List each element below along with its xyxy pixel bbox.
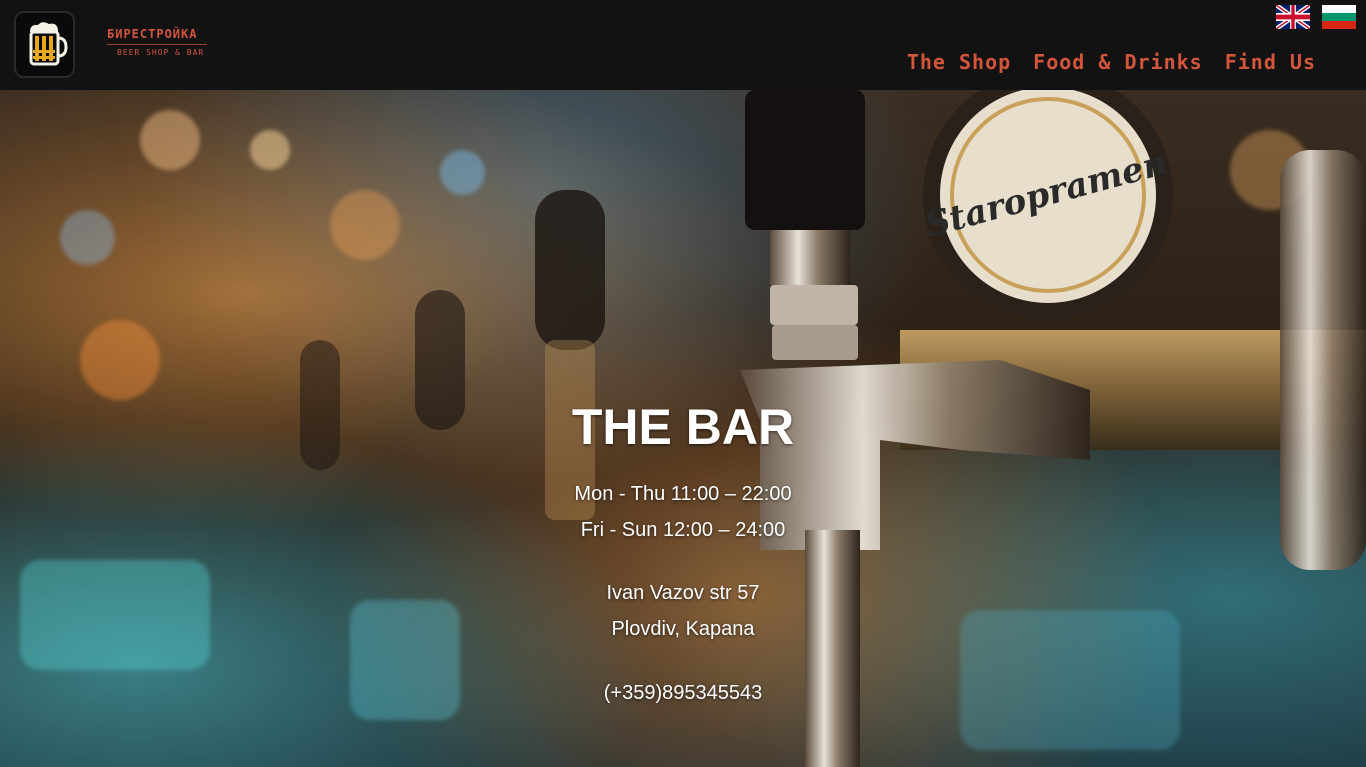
nav-item-food-drinks[interactable]: Food & Drinks: [1033, 50, 1203, 74]
beer-mug-logo-icon: [29, 21, 68, 65]
brand[interactable]: БИРЕСТРОЙКА BEER SHOP & BAR: [107, 27, 217, 58]
language-switcher: [1276, 5, 1356, 29]
page-title: THE BAR: [571, 399, 795, 455]
opening-hours-weekday: Mon - Thu 11:00 – 22:00: [574, 483, 792, 505]
hero-banner: Staropramen THE BAR Mon - Thu 11:00 – 22…: [0, 90, 1366, 767]
opening-hours-weekend: Fri - Sun 12:00 – 24:00: [580, 519, 786, 541]
nav-item-the-shop[interactable]: The Shop: [907, 50, 1011, 74]
address-street: Ivan Vazov str 57: [606, 582, 760, 604]
site-header: БИРЕСТРОЙКА BEER SHOP & BAR The Shop Foo…: [0, 0, 1366, 90]
logo[interactable]: [14, 11, 75, 78]
main-nav: The Shop Food & Drinks Find Us: [907, 50, 1316, 74]
address-city: Plovdiv, Kapana: [611, 618, 755, 640]
brand-name: БИРЕСТРОЙКА: [107, 27, 198, 41]
nav-item-find-us[interactable]: Find Us: [1225, 50, 1316, 74]
bulgaria-flag-icon[interactable]: [1322, 5, 1356, 29]
phone-number[interactable]: (+359)895345543: [0, 682, 1366, 705]
brand-subtitle: BEER SHOP & BAR: [117, 48, 205, 57]
uk-flag-icon[interactable]: [1276, 5, 1310, 29]
brand-divider: [107, 44, 207, 45]
